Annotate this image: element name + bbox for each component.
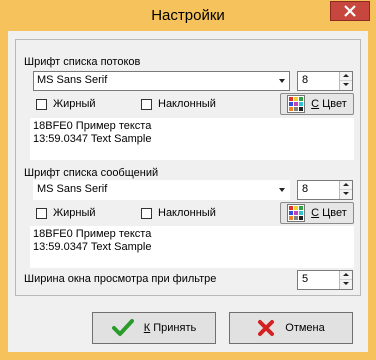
- message-color-accel: С: [311, 207, 320, 219]
- thread-sample-line-1: 18BFE0 Пример текста: [33, 120, 152, 132]
- cancel-button[interactable]: Отмена: [229, 312, 353, 344]
- settings-panel: Шрифт списка потоков MS Sans Serif 8 Жир…: [15, 39, 361, 296]
- message-font-size-value: 8: [302, 183, 309, 195]
- spin-up-button[interactable]: [340, 72, 352, 81]
- message-font-select[interactable]: MS Sans Serif: [33, 180, 290, 200]
- chevron-down-icon: [279, 188, 285, 192]
- close-button[interactable]: [330, 1, 370, 21]
- spin-down-button[interactable]: [340, 190, 352, 199]
- checkbox-box[interactable]: [141, 98, 152, 110]
- filter-width-value: 5: [302, 273, 309, 285]
- thread-font-label: Шрифт списка потоков: [24, 56, 141, 68]
- message-font-value: MS Sans Serif: [37, 183, 108, 195]
- thread-font-select[interactable]: MS Sans Serif: [33, 71, 290, 91]
- thread-bold-checkbox[interactable]: Жирный: [36, 98, 96, 110]
- thread-italic-checkbox[interactable]: Наклонный: [141, 98, 216, 110]
- message-italic-checkbox[interactable]: Наклонный: [141, 207, 216, 219]
- message-color-button[interactable]: С Цвет: [280, 202, 354, 224]
- color-palette-icon: [287, 204, 306, 222]
- cancel-label: Отмена: [285, 322, 325, 334]
- thread-font-size-value: 8: [302, 74, 309, 86]
- message-italic-label: Наклонный: [158, 207, 216, 219]
- thread-bold-label: Жирный: [53, 98, 96, 110]
- green-check-icon: [111, 319, 134, 336]
- thread-font-sample: 18BFE0 Пример текста 13:59.0347 Text Sam…: [30, 118, 354, 160]
- spin-down-button[interactable]: [340, 280, 352, 289]
- thread-color-accel: С: [311, 98, 320, 110]
- thread-italic-label: Наклонный: [158, 98, 216, 110]
- message-font-size-stepper[interactable]: 8: [297, 180, 353, 200]
- red-x-icon: [258, 320, 275, 336]
- message-font-label: Шрифт списка сообщений: [24, 167, 159, 179]
- ok-label: Принять: [150, 322, 197, 334]
- spin-up-button[interactable]: [340, 271, 352, 280]
- message-bold-checkbox[interactable]: Жирный: [36, 207, 96, 219]
- title-bar[interactable]: Настройки: [0, 0, 376, 31]
- spin-up-button[interactable]: [340, 181, 352, 190]
- settings-window: Настройки Шрифт списка потоков MS Sans S…: [0, 0, 376, 360]
- thread-font-value: MS Sans Serif: [37, 74, 108, 86]
- thread-color-button[interactable]: С Цвет: [280, 93, 354, 115]
- color-palette-icon: [287, 95, 306, 113]
- filter-width-stepper[interactable]: 5: [297, 270, 353, 290]
- close-icon: [344, 5, 356, 17]
- message-bold-label: Жирный: [53, 207, 96, 219]
- message-sample-line-2: 13:59.0347 Text Sample: [33, 241, 152, 253]
- window-title: Настройки: [151, 7, 225, 24]
- message-color-label: Цвет: [319, 207, 347, 219]
- thread-color-label: Цвет: [319, 98, 347, 110]
- message-font-sample: 18BFE0 Пример текста 13:59.0347 Text Sam…: [30, 226, 354, 268]
- checkbox-box[interactable]: [36, 98, 47, 110]
- client-area: Шрифт списка потоков MS Sans Serif 8 Жир…: [8, 31, 368, 352]
- checkbox-box[interactable]: [36, 207, 47, 219]
- checkbox-box[interactable]: [141, 207, 152, 219]
- spin-down-button[interactable]: [340, 81, 352, 90]
- message-sample-line-1: 18BFE0 Пример текста: [33, 228, 152, 240]
- thread-sample-line-2: 13:59.0347 Text Sample: [33, 133, 152, 145]
- filter-width-label: Ширина окна просмотра при фильтре: [24, 273, 217, 285]
- ok-button[interactable]: К Принять: [92, 312, 216, 344]
- chevron-down-icon: [279, 79, 285, 83]
- thread-font-size-stepper[interactable]: 8: [297, 71, 353, 91]
